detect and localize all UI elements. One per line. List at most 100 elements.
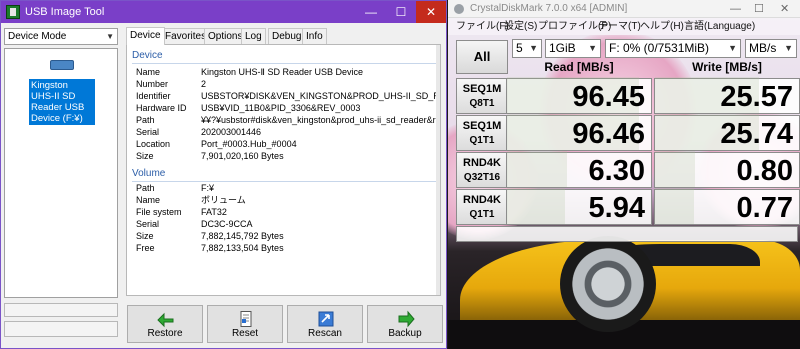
- chevron-down-icon: ▼: [588, 43, 597, 53]
- property-row: Hardware ID USB¥VID_11B0&PID_3306&REV_000…: [136, 103, 361, 113]
- read-value: 96.45: [572, 81, 645, 113]
- usb-tool-title-bar[interactable]: USB Image Tool — ☐ ✕: [1, 1, 446, 23]
- write-value: 0.80: [736, 155, 793, 187]
- property-row: Number 2: [136, 79, 207, 89]
- properties-scrollbar[interactable]: [436, 45, 440, 295]
- read-value: 6.30: [588, 155, 645, 187]
- write-value: 25.57: [720, 81, 793, 113]
- write-meter: [655, 188, 694, 224]
- test-button-seq1m-q8t1[interactable]: SEQ1M Q8T1: [456, 78, 508, 114]
- property-row: Serial 202003001446: [136, 127, 262, 137]
- write-column-header: Write [MB/s]: [692, 60, 762, 74]
- property-row: Location Port_#0003.Hub_#0004: [136, 139, 297, 149]
- minimize-button[interactable]: —: [356, 1, 386, 23]
- property-row: Free 7,882,133,504 Bytes: [136, 243, 284, 253]
- unit-select[interactable]: MB/s ▼: [745, 39, 797, 58]
- usb-drive-icon: [50, 60, 74, 70]
- drive-select[interactable]: F: 0% (0/7531MiB) ▼: [605, 39, 741, 58]
- test-button-rnd4k-q32t16[interactable]: RND4K Q32T16: [456, 152, 508, 188]
- drive-value: F: 0% (0/7531MiB): [609, 41, 710, 55]
- car-wheel: [560, 236, 656, 332]
- read-result-box: 5.94: [506, 188, 652, 225]
- property-row: File system FAT32: [136, 207, 227, 217]
- property-row: Identifier USBSTOR¥DISK&VEN_KINGSTON&PROD…: [136, 91, 440, 101]
- read-value: 96.46: [572, 118, 645, 150]
- chevron-down-icon: ▼: [106, 32, 114, 41]
- property-row: Path F:¥: [136, 183, 215, 193]
- read-value: 5.94: [588, 192, 645, 224]
- usb-image-tool-window: USB Image Tool — ☐ ✕ Device Mode ▼ Kings…: [0, 0, 447, 349]
- comment-field[interactable]: [456, 226, 798, 242]
- count-value: 5: [516, 41, 523, 55]
- read-result-box: 6.30: [506, 151, 652, 188]
- test-button-seq1m-q1t1[interactable]: SEQ1M Q1T1: [456, 115, 508, 151]
- menu-file[interactable]: ファイル(F): [456, 19, 509, 34]
- restore-arrow-icon: [157, 312, 174, 328]
- rescan-icon: [318, 311, 334, 327]
- device-label: Kingston UHS-II SD Reader USB Device (F:…: [29, 79, 95, 125]
- property-row: Name ボリューム: [136, 195, 246, 205]
- device-properties-panel: Device Name Kingston UHS-Ⅱ SD Reader USB …: [126, 44, 441, 296]
- group-divider: [132, 63, 437, 64]
- chevron-down-icon: ▼: [728, 43, 737, 53]
- test-button-rnd4k-q1t1[interactable]: RND4K Q1T1: [456, 189, 508, 225]
- property-row: Path ¥¥?¥usbstor#disk&ven_kingston&prod_u…: [136, 115, 440, 125]
- device-group-heading: Device: [132, 50, 163, 61]
- chevron-down-icon: ▼: [529, 43, 538, 53]
- write-value: 0.77: [736, 192, 793, 224]
- read-meter: [507, 151, 568, 187]
- property-row: Name Kingston UHS-Ⅱ SD Reader USB Device: [136, 67, 363, 77]
- cdm-maximize-button[interactable]: ☐: [754, 0, 764, 18]
- cdm-close-button[interactable]: ✕: [780, 0, 789, 18]
- tab-favorites[interactable]: Favorites: [161, 28, 211, 44]
- property-row: Size 7,901,020,160 Bytes: [136, 151, 284, 161]
- read-result-box: 96.46: [506, 114, 652, 151]
- document-icon: [240, 311, 252, 327]
- size-select[interactable]: 1GiB ▼: [545, 39, 601, 58]
- rescan-button[interactable]: Rescan: [287, 305, 363, 343]
- cdm-app-icon: [454, 4, 464, 14]
- restore-button[interactable]: Restore: [127, 305, 203, 343]
- tab-log[interactable]: Log: [241, 28, 266, 44]
- property-row: Size 7,882,145,792 Bytes: [136, 231, 284, 241]
- menu-help[interactable]: ヘルプ(H): [640, 19, 684, 34]
- status-field-1: [4, 303, 118, 317]
- reset-button[interactable]: Reset: [207, 305, 283, 343]
- screen: USB Image Tool — ☐ ✕ Device Mode ▼ Kings…: [0, 0, 800, 349]
- backup-arrow-icon: [398, 310, 415, 328]
- all-button[interactable]: All: [456, 40, 508, 74]
- property-row: Serial DC3C-9CCA: [136, 219, 253, 229]
- cdm-minimize-button[interactable]: —: [730, 0, 741, 18]
- count-select[interactable]: 5 ▼: [512, 39, 542, 58]
- device-list-item[interactable]: Kingston UHS-II SD Reader USB Device (F:…: [9, 57, 115, 125]
- tab-info[interactable]: Info: [302, 28, 327, 44]
- write-meter: [655, 151, 696, 187]
- usb-tool-title: USB Image Tool: [25, 6, 105, 18]
- tab-debug[interactable]: Debug: [268, 28, 306, 44]
- write-value: 25.74: [720, 118, 793, 150]
- device-mode-select[interactable]: Device Mode ▼: [4, 28, 118, 45]
- size-value: 1GiB: [549, 41, 576, 55]
- volume-group-heading: Volume: [132, 168, 166, 179]
- status-field-2: [4, 321, 118, 337]
- menu-settings[interactable]: 設定(S): [504, 19, 537, 34]
- backup-button[interactable]: Backup: [367, 305, 443, 343]
- menu-language[interactable]: 言語(Language): [684, 19, 755, 34]
- close-button[interactable]: ✕: [416, 1, 446, 23]
- maximize-button[interactable]: ☐: [386, 1, 416, 23]
- write-result-box: 0.80: [654, 151, 800, 188]
- cdm-title-bar[interactable]: CrystalDiskMark 7.0.0 x64 [ADMIN] — ☐ ✕: [448, 0, 800, 18]
- write-result-box: 0.77: [654, 188, 800, 225]
- write-result-box: 25.57: [654, 77, 800, 114]
- usb-tool-app-icon: [6, 5, 20, 19]
- menu-theme[interactable]: テーマ(T): [598, 19, 641, 34]
- read-meter: [507, 188, 565, 224]
- read-column-header: Read [MB/s]: [544, 60, 614, 74]
- device-mode-value: Device Mode: [8, 31, 67, 42]
- cdm-title: CrystalDiskMark 7.0.0 x64 [ADMIN]: [470, 3, 628, 14]
- cdm-menu-bar: ファイル(F) 設定(S) プロファイル(P) テーマ(T) ヘルプ(H) 言語…: [448, 18, 800, 35]
- chevron-down-icon: ▼: [784, 43, 793, 53]
- tab-device[interactable]: Device: [126, 27, 165, 45]
- device-list[interactable]: Kingston UHS-II SD Reader USB Device (F:…: [4, 48, 118, 298]
- unit-value: MB/s: [749, 41, 777, 55]
